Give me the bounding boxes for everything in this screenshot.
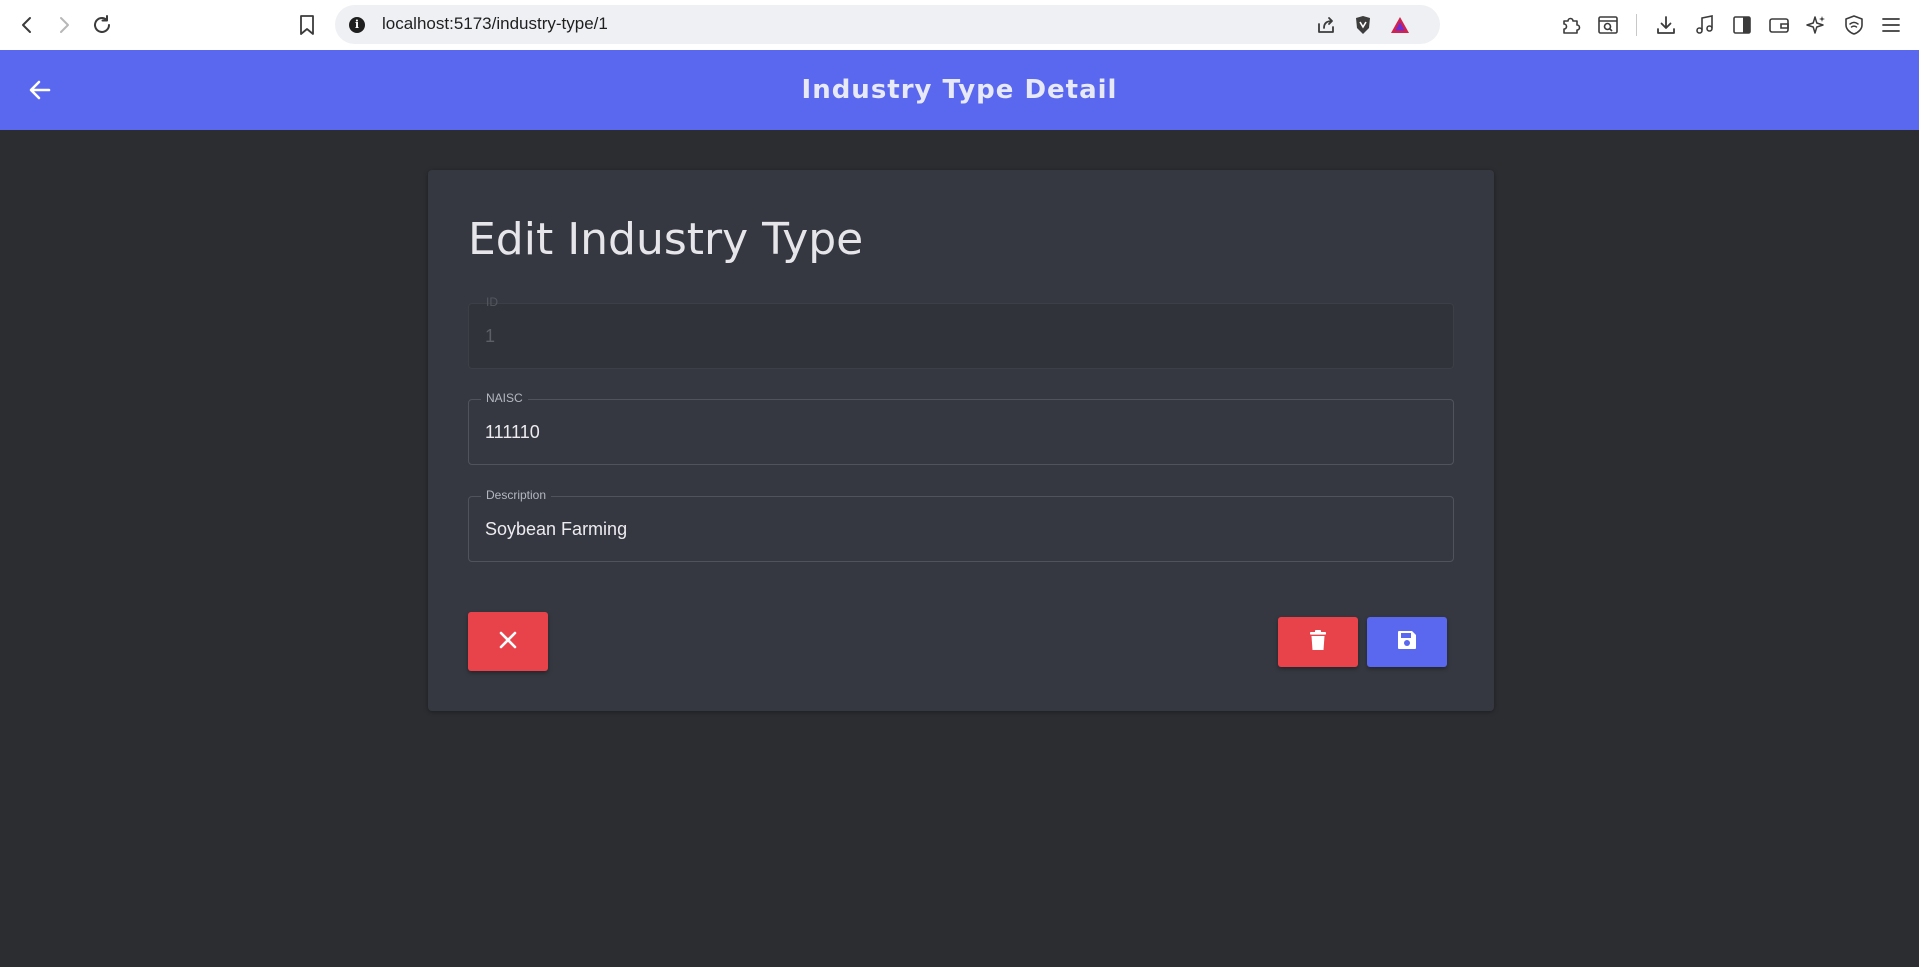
share-icon[interactable]	[1313, 12, 1339, 38]
description-field-value[interactable]: Soybean Farming	[485, 519, 627, 540]
brave-shield-icon[interactable]	[1350, 12, 1376, 38]
back-icon[interactable]	[14, 12, 40, 38]
forward-icon[interactable]	[51, 12, 77, 38]
back-arrow-icon[interactable]	[24, 75, 56, 105]
description-field[interactable]: Description Soybean Farming	[468, 488, 1454, 562]
leo-ai-icon[interactable]	[1803, 12, 1829, 38]
naisc-field-label: NAISC	[481, 391, 528, 405]
media-icon[interactable]	[1692, 12, 1718, 38]
naisc-field[interactable]: NAISC 111110	[468, 391, 1454, 465]
reload-icon[interactable]	[89, 12, 115, 38]
toolbar-divider	[1636, 14, 1637, 36]
wallet-icon[interactable]	[1766, 12, 1792, 38]
address-bar[interactable]: i localhost:5173/industry-type/1	[335, 5, 1440, 44]
delete-button[interactable]	[1278, 617, 1358, 667]
app-bar: Industry Type Detail	[0, 50, 1919, 130]
sidebar-icon[interactable]	[1729, 12, 1755, 38]
search-page-icon[interactable]	[1595, 12, 1621, 38]
form-heading: Edit Industry Type	[468, 214, 864, 265]
save-button[interactable]	[1367, 617, 1447, 667]
id-field-value: 1	[485, 326, 496, 346]
url-text[interactable]: localhost:5173/industry-type/1	[382, 14, 608, 34]
cancel-button[interactable]	[468, 612, 548, 671]
id-field: ID 1	[468, 295, 1454, 369]
menu-icon[interactable]	[1878, 12, 1904, 38]
bookmark-icon[interactable]	[294, 12, 320, 38]
brave-rewards-icon[interactable]	[1387, 12, 1413, 38]
site-info-icon[interactable]: i	[349, 17, 365, 33]
close-icon	[498, 630, 518, 654]
vpn-icon[interactable]	[1841, 12, 1867, 38]
naisc-field-value[interactable]: 111110	[485, 422, 540, 443]
save-icon	[1396, 629, 1418, 655]
id-field-label: ID	[486, 295, 498, 309]
page-title: Industry Type Detail	[801, 75, 1118, 105]
browser-toolbar: i localhost:5173/industry-type/1	[0, 0, 1919, 50]
edit-card: Edit Industry Type ID 1 NAISC 111110 Des…	[428, 170, 1494, 711]
extensions-icon[interactable]	[1558, 12, 1584, 38]
downloads-icon[interactable]	[1653, 12, 1679, 38]
trash-icon	[1309, 629, 1327, 655]
description-field-label: Description	[481, 488, 552, 502]
